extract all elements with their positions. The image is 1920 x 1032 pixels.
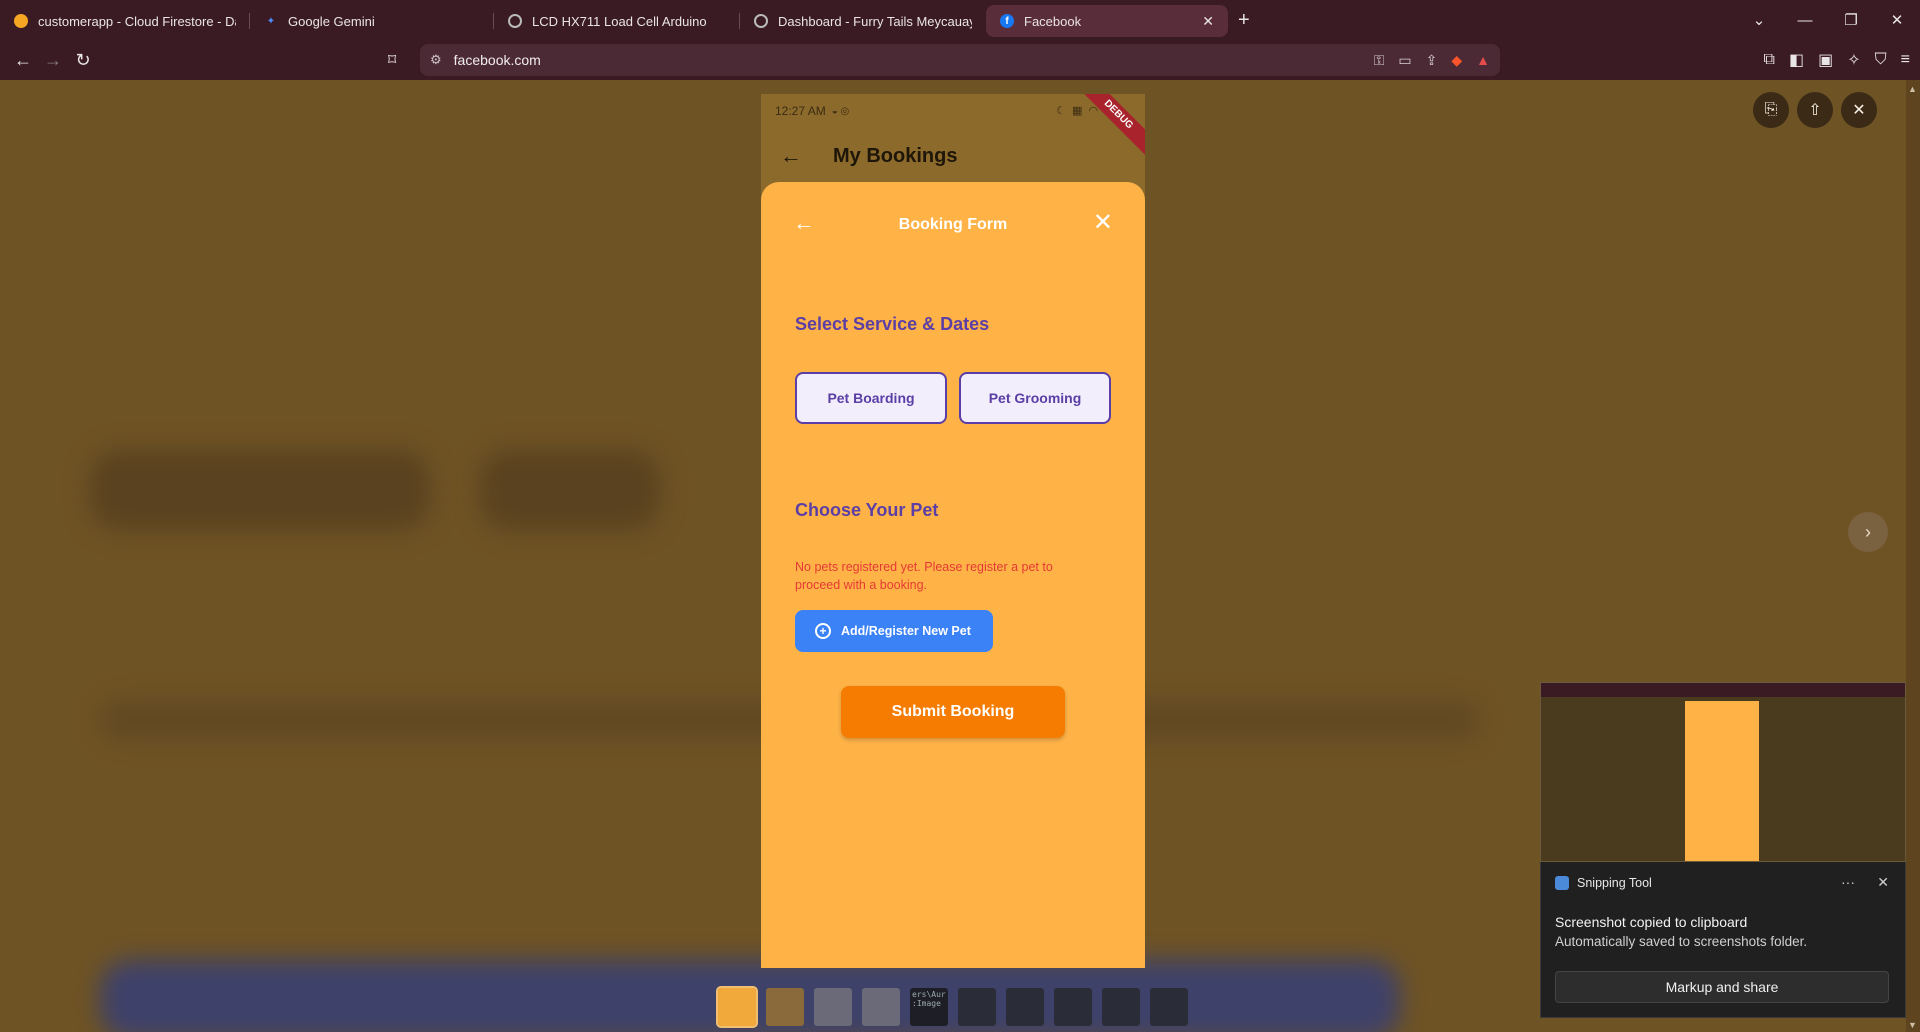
pet-grooming-button[interactable]: Pet Grooming [959,372,1111,424]
tab-label: Dashboard - Furry Tails Meycauayan [778,13,972,29]
tab-label: LCD HX711 Load Cell Arduino [532,13,707,29]
menu-icon[interactable]: ≡ [1901,51,1910,69]
booking-form-sheet: ← Booking Form ✕ Select Service & Dates … [761,182,1145,968]
key-icon[interactable]: ⚿ [1374,52,1385,69]
pet-section-title: Choose Your Pet [795,500,939,520]
reload-button[interactable]: ↻ [68,50,98,71]
tab-gemini[interactable]: ✦ Google Gemini [250,5,494,37]
toolbar-right-icons: ⧉ ◧ ▣ ✧ ⛉ ≡ [1764,40,1910,80]
thumbnail[interactable] [1102,988,1140,1026]
snipping-tool-icon [1555,876,1569,890]
thumbnail[interactable] [716,986,758,1028]
close-icon[interactable]: ✕ [1877,874,1889,891]
url-text: facebook.com [453,52,541,68]
blurred-shape [480,450,660,530]
close-icon[interactable]: ✕ [1093,208,1113,237]
status-time: 12:27 AM [775,104,826,118]
moon-icon: ☾ [1056,105,1066,117]
appbar-title: My Bookings [833,144,958,167]
new-tab-button[interactable]: + [1238,9,1250,32]
tab-strip: customerapp - Cloud Firestore - Data ✦ G… [0,0,1920,40]
restore-button[interactable]: ❐ [1828,11,1874,29]
tab-label: Google Gemini [288,13,375,29]
service-options: Pet Boarding Pet Grooming [795,372,1111,424]
plus-circle-icon: + [815,623,831,639]
chevron-down-icon[interactable]: ⌄ [1736,11,1782,29]
toast-app-name: Snipping Tool [1577,876,1652,890]
rewards-icon[interactable]: ▲ [1476,52,1490,68]
close-window-button[interactable]: ✕ [1874,11,1920,29]
close-viewer-icon[interactable]: ✕ [1841,92,1877,128]
add-pet-label: Add/Register New Pet [841,624,971,638]
address-bar[interactable]: ⚙ facebook.com ⚿ ▭ ⇪ ◆ ▲ [420,44,1500,76]
thumbnail[interactable] [958,988,996,1026]
tab-facebook[interactable]: f Facebook ✕ [986,5,1228,37]
toast-app: Snipping Tool [1555,876,1652,890]
globe-icon [754,14,768,28]
tag-icon[interactable]: ⎘ [1753,92,1789,128]
share-photo-icon[interactable]: ⇧ [1797,92,1833,128]
bookmark-icon[interactable]: ⌑ [388,50,396,70]
pet-boarding-button[interactable]: Pet Boarding [795,372,947,424]
forward-button[interactable]: → [38,50,68,71]
thumbnail[interactable]: ers\Aur :Image [910,988,948,1026]
add-pet-button[interactable]: + Add/Register New Pet [795,610,993,652]
brave-shield-icon[interactable]: ◆ [1451,52,1462,69]
extensions-icon[interactable]: ⧉ [1764,51,1775,69]
thumbnail[interactable] [1054,988,1092,1026]
thumbnail[interactable] [1006,988,1044,1026]
snip-preview[interactable] [1540,682,1906,862]
service-section-title: Select Service & Dates [795,314,990,334]
more-options-icon[interactable]: ··· [1841,874,1855,890]
scrollbar[interactable]: ▲ ▼ [1906,80,1920,1032]
filmstrip: ers\Aur :Image [716,986,1188,1028]
tab-label: Facebook [1024,13,1082,29]
window-controls: ⌄ — ❐ ✕ [1736,0,1920,40]
signal-icon: ▦ [1071,105,1083,117]
cast-icon[interactable]: ▭ [1398,52,1411,69]
facebook-icon: f [1000,14,1014,28]
tab-firestore[interactable]: customerapp - Cloud Firestore - Data [0,5,250,37]
submit-booking-button[interactable]: Submit Booking [841,686,1065,738]
minimize-button[interactable]: — [1782,12,1828,29]
leo-ai-icon[interactable]: ✧ [1847,50,1860,70]
phone-screenshot: 12:27 AM ◒ ◎ ☾ ▦ ◠ ▬ DEBUG ← My Bookings… [761,94,1145,968]
arrow-left-icon[interactable]: ← [761,143,821,169]
firebase-icon [14,14,28,28]
thumbnail[interactable] [1150,988,1188,1026]
globe-icon [508,14,522,28]
scroll-down-icon[interactable]: ▼ [1908,1020,1917,1030]
next-photo-button[interactable]: › [1848,512,1888,552]
markup-share-button[interactable]: Markup and share [1555,971,1889,1003]
app-bar: ← My Bookings [761,134,1145,178]
thumbnail[interactable] [766,988,804,1026]
sheet-header: Booking Form [761,210,1145,240]
preview-browser-bar [1541,683,1905,697]
gemini-icon: ✦ [266,15,276,27]
share-icon[interactable]: ⇪ [1426,52,1438,69]
toast-title: Screenshot copied to clipboard [1555,914,1748,930]
scroll-up-icon[interactable]: ▲ [1908,84,1917,94]
tab-label: customerapp - Cloud Firestore - Data [38,13,236,29]
blurred-shape [90,450,430,530]
no-pets-message: No pets registered yet. Please register … [795,560,1053,592]
site-settings-icon[interactable]: ⚙ [430,52,442,68]
wallet-icon[interactable]: ▣ [1818,50,1833,70]
back-button[interactable]: ← [8,50,38,71]
toast-subtitle: Automatically saved to screenshots folde… [1555,934,1808,949]
address-icons: ⚿ ▭ ⇪ ◆ ▲ [1374,44,1490,76]
close-icon[interactable]: ✕ [1202,13,1214,30]
vpn-icon[interactable]: ⛉ [1875,51,1887,69]
snipping-tool-toast: Snipping Tool ··· ✕ Screenshot copied to… [1540,862,1906,1018]
browser-toolbar: ← → ↻ ⌑ ⚙ facebook.com ⚿ ▭ ⇪ ◆ ▲ ⧉ ◧ ▣ ✧… [0,40,1920,80]
notification-icons: ◒ ◎ [831,105,850,117]
thumbnail[interactable] [814,988,852,1026]
preview-phone [1685,701,1759,861]
tab-dashboard[interactable]: Dashboard - Furry Tails Meycauayan [740,5,986,37]
sheet-title: Booking Form [898,216,1008,233]
thumbnail[interactable] [862,988,900,1026]
sidebar-icon[interactable]: ◧ [1789,50,1804,70]
tab-lcd[interactable]: LCD HX711 Load Cell Arduino [494,5,740,37]
